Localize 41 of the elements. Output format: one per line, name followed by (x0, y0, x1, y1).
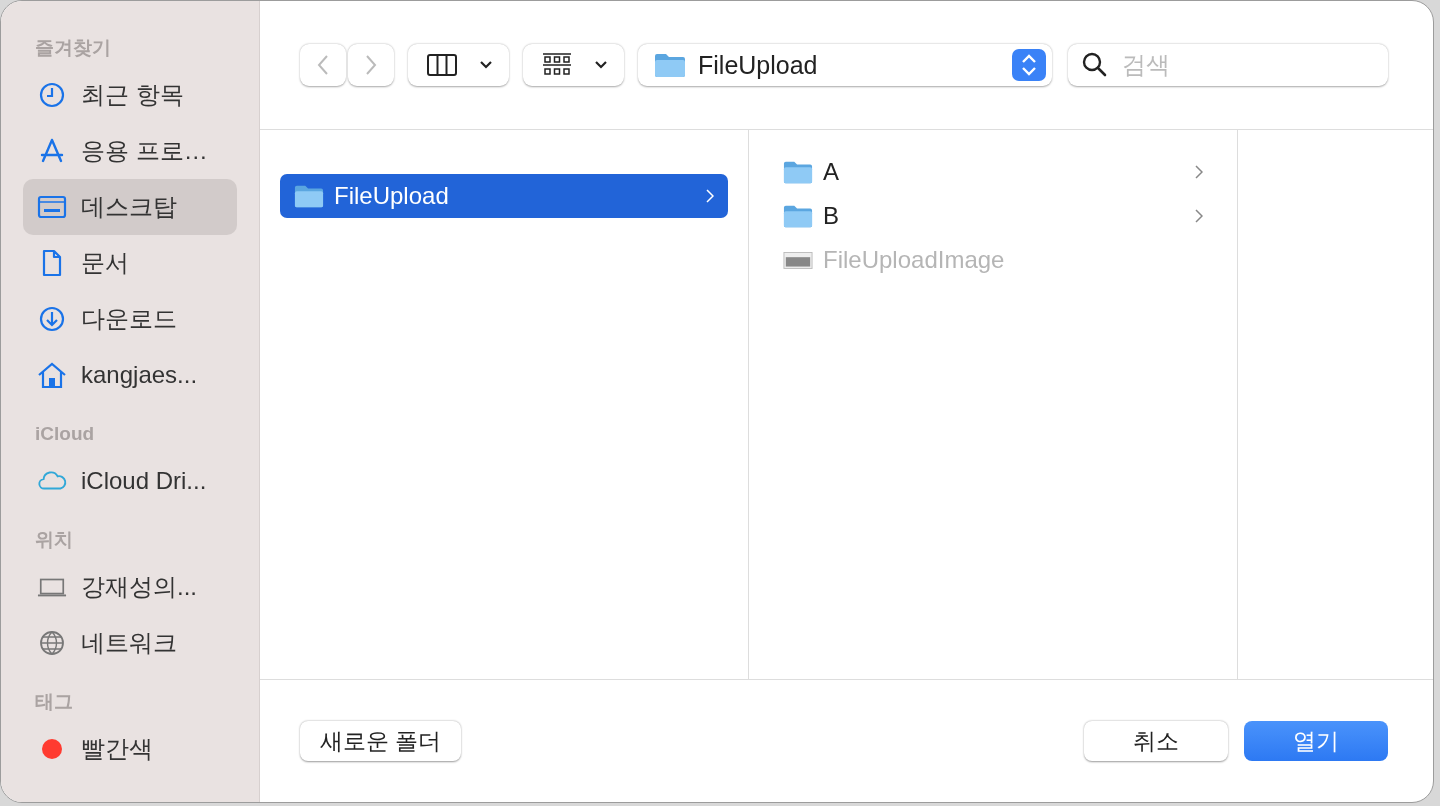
caret-icon (479, 60, 493, 70)
cancel-button[interactable]: 취소 (1084, 721, 1228, 761)
sidebar-heading: 태그 (34, 690, 74, 714)
sidebar-item[interactable]: 문서 (23, 235, 237, 291)
sidebar-heading: 즐겨찾기 (34, 36, 112, 60)
sidebar-heading: iCloud (34, 422, 96, 446)
columns-icon (426, 52, 458, 78)
new-folder-button[interactable]: 새로운 폴더 (300, 721, 462, 761)
stepper-icon (1012, 49, 1046, 81)
sidebar-item[interactable]: 데스크탑 (23, 179, 237, 235)
sidebar-item[interactable]: 응용 프로… (23, 123, 237, 179)
sidebar-item[interactable]: 네트워크 (23, 615, 237, 671)
chevron-left-icon (316, 54, 330, 76)
grid-icon (541, 52, 573, 78)
download-icon (37, 305, 67, 333)
globe-icon (37, 629, 67, 657)
chevron-right-icon (364, 54, 378, 76)
sidebar-item[interactable]: iCloud Dri... (23, 453, 237, 509)
sidebar-item[interactable]: 빨간색 (23, 721, 237, 777)
caret-icon (594, 60, 608, 70)
home-icon (37, 361, 67, 389)
file-row[interactable]: B (769, 194, 1217, 238)
folder-icon (783, 203, 813, 229)
sidebar-item[interactable]: 강재성의... (23, 559, 237, 615)
desktop-icon (37, 193, 67, 221)
open-button[interactable]: 열기 (1244, 721, 1388, 761)
view-button[interactable] (408, 44, 509, 86)
folder-icon (654, 52, 686, 78)
sidebar-item[interactable]: 다운로드 (23, 291, 237, 347)
sidebar-item[interactable]: 최근 항목 (23, 67, 237, 123)
clock-icon (37, 81, 67, 109)
group-button[interactable] (523, 44, 624, 86)
path-popup[interactable]: FileUpload (638, 44, 1052, 86)
file-row[interactable]: FileUpload (280, 174, 728, 218)
sidebar-item[interactable]: kangjaes... (23, 347, 237, 403)
folder-icon (783, 159, 813, 185)
sidebar-heading: 위치 (34, 528, 74, 552)
folder-icon (294, 183, 324, 209)
search-field[interactable]: 검색 (1068, 44, 1388, 86)
file-row[interactable]: A (769, 150, 1217, 194)
search-icon (1082, 52, 1108, 78)
